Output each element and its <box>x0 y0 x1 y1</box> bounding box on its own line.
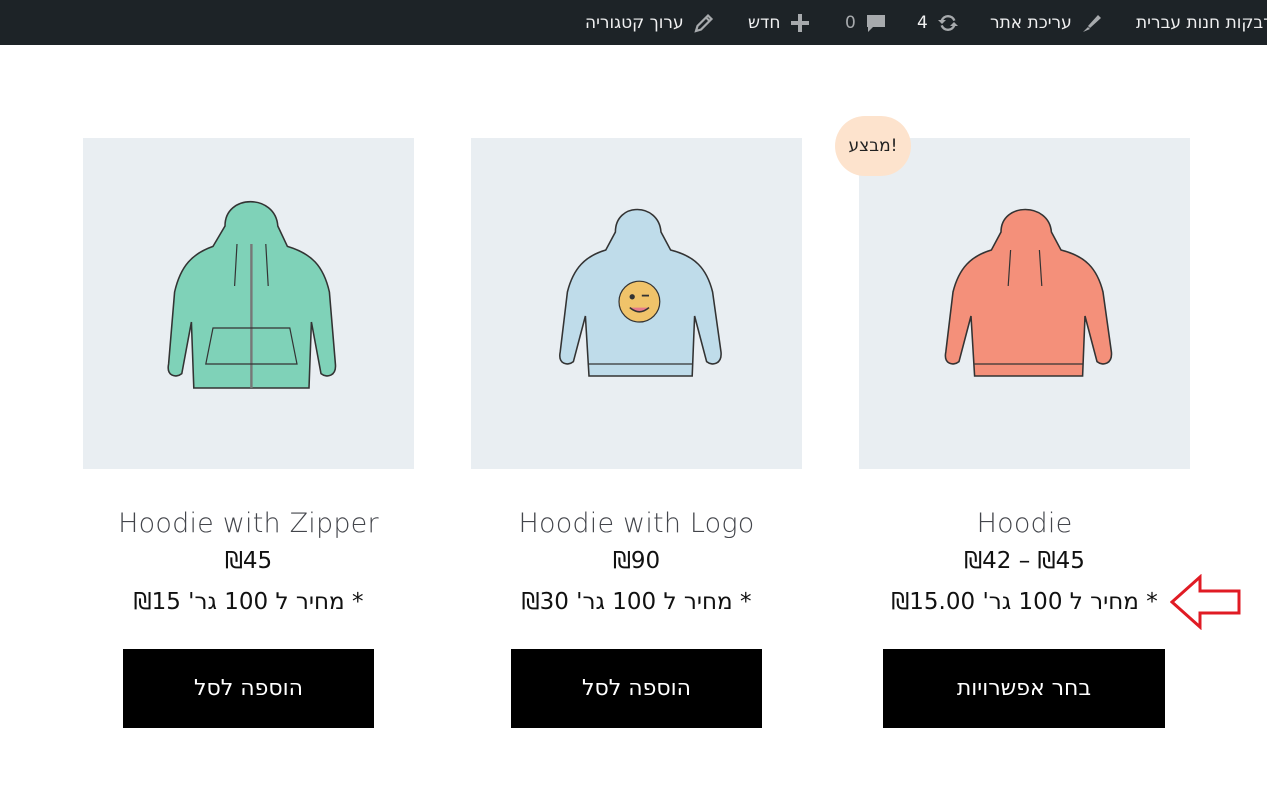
product-image-hoodie-with-zipper[interactable] <box>83 138 414 469</box>
admin-bar-updates[interactable]: 4 <box>917 0 960 45</box>
add-to-cart-button[interactable]: הוספה לסל <box>511 649 762 728</box>
add-to-cart-button[interactable]: הוספה לסל <box>123 649 374 728</box>
unit-price-label: * מחיר ל 100 גר' ₪15 <box>133 589 364 615</box>
product-title[interactable]: Hoodie with Zipper <box>83 507 414 541</box>
admin-bar-edit-category[interactable]: ערוך קטגוריה <box>585 0 716 45</box>
product-title[interactable]: Hoodie <box>859 507 1190 541</box>
product-title[interactable]: Hoodie with Logo <box>471 507 802 541</box>
select-options-button[interactable]: בחר אפשרויות <box>883 649 1165 728</box>
admin-bar-customize[interactable]: עריכת אתר <box>990 0 1104 45</box>
pencil-icon <box>692 11 716 35</box>
unit-price-label: * מחיר ל 100 גר' ₪15.00 <box>891 589 1158 615</box>
hoodie-logo-image <box>558 208 722 377</box>
customize-label: עריכת אתר <box>990 12 1072 33</box>
product-price: ₪45 <box>224 548 273 574</box>
comment-icon <box>864 11 888 35</box>
updates-count: 4 <box>917 12 928 33</box>
admin-bar-site-name[interactable]: דוגמת מדבקות חנות עברית <box>1136 0 1267 45</box>
unit-price-label: * מחיר ל 100 גר' ₪30 <box>521 589 752 615</box>
product-card-hoodie-with-zipper: Hoodie with Zipper ₪45 * מחיר ל 100 גר' … <box>83 138 414 620</box>
product-card-hoodie-with-logo: Hoodie with Logo ₪90 * מחיר ל 100 גר' ₪3… <box>471 138 802 620</box>
comments-count: 0 <box>845 12 856 33</box>
annotation-arrow-icon <box>1170 574 1241 630</box>
product-price: ₪42 – ₪45 <box>964 548 1085 574</box>
product-image-hoodie-with-logo[interactable] <box>471 138 802 469</box>
admin-bar-comments[interactable]: 0 <box>845 0 888 45</box>
admin-bar-new[interactable]: חדש <box>748 0 812 45</box>
sale-badge: מבצע! <box>835 116 911 176</box>
new-label: חדש <box>748 12 781 33</box>
paintbrush-icon <box>1080 11 1104 35</box>
admin-bar: דוגמת מדבקות חנות עברית עריכת אתר 4 0 חד… <box>0 0 1267 45</box>
product-image-hoodie[interactable] <box>859 138 1190 469</box>
product-price: ₪90 <box>612 548 661 574</box>
hoodie-image <box>944 208 1112 377</box>
edit-category-label: ערוך קטגוריה <box>585 12 684 33</box>
product-card-hoodie: Hoodie ₪42 – ₪45 * מחיר ל 100 גר' ₪15.00 <box>859 138 1190 620</box>
site-name-label: דוגמת מדבקות חנות עברית <box>1136 12 1267 33</box>
plus-icon <box>788 11 812 35</box>
hoodie-zipper-image <box>166 200 336 389</box>
refresh-icon <box>936 11 960 35</box>
